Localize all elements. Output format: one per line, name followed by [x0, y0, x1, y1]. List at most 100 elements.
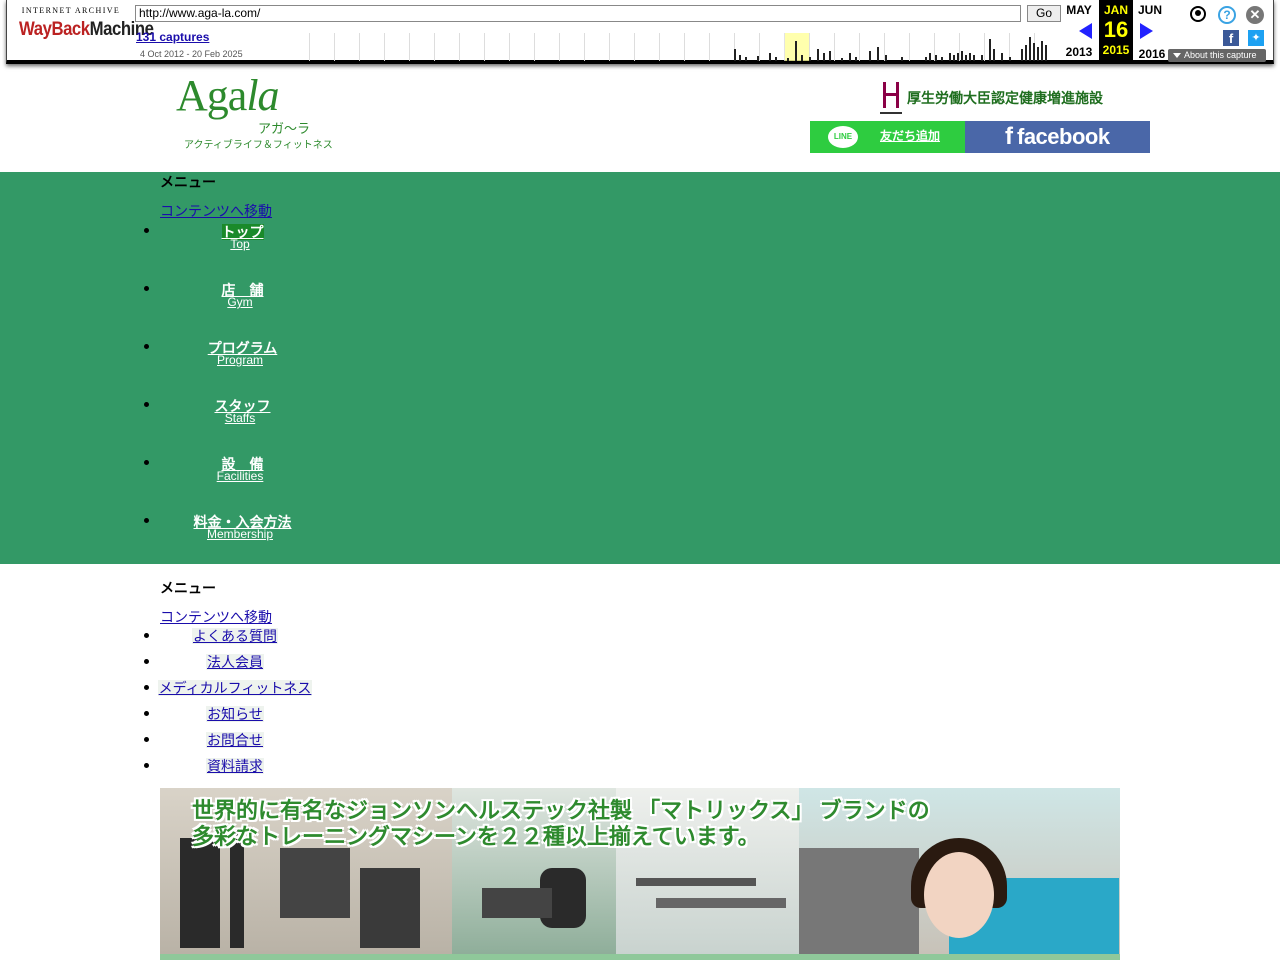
sparkline-month: [759, 33, 784, 61]
sub-item-contact-label: お問合せ: [0, 730, 470, 750]
sparkline-capture-tick: [901, 57, 903, 61]
sparkline-month: [859, 33, 884, 61]
sub-item-brochure-label: 資料請求: [0, 756, 470, 776]
nav-item-staffs-en: Staffs: [224, 411, 256, 425]
sparkline-capture-tick: [1045, 45, 1047, 61]
twitter-icon[interactable]: ✦: [1248, 30, 1264, 46]
sparkline-month: [559, 33, 584, 61]
sparkline-capture-tick: [769, 53, 771, 61]
nav-item-staffs[interactable]: スタッフ Staffs: [0, 396, 480, 428]
line-add-friend-button[interactable]: LINE 友だち追加: [810, 121, 965, 153]
prev-month-label[interactable]: MAY: [1062, 3, 1096, 17]
help-icon[interactable]: ?: [1218, 6, 1236, 24]
sparkline-month: [359, 33, 384, 61]
sub-item-news[interactable]: お知らせ: [0, 704, 480, 724]
sparkline-capture-tick: [855, 57, 857, 61]
captures-link[interactable]: 131 captures: [136, 30, 209, 44]
main-navigation: メニュー コンテンツへ移動 トップ Top 店 舗 Gym プログラム Prog…: [0, 172, 1280, 564]
nav-item-membership[interactable]: 料金・入会方法 Membership: [0, 512, 480, 544]
sparkline-month: [659, 33, 684, 61]
facebook-icon[interactable]: f: [1223, 30, 1239, 46]
next-month-label[interactable]: JUN: [1133, 3, 1167, 17]
wayback-logo-top: INTERNET ARCHIVE: [21, 6, 121, 15]
sparkline-capture-tick: [1001, 53, 1003, 61]
about-capture-button[interactable]: About this capture: [1168, 49, 1266, 62]
logo-kana: アガ～ラ: [258, 121, 311, 136]
sparkline-month: [884, 33, 909, 61]
main-skip-to-content-link[interactable]: コンテンツへ移動: [160, 201, 272, 221]
banner-line-2: 多彩なトレーニングマシーンを２２種以上揃えています。: [192, 824, 760, 849]
current-month: JAN: [1103, 3, 1128, 17]
sparkline-capture-tick: [877, 47, 879, 61]
nav-item-facilities[interactable]: 設 備 Facilities: [0, 454, 480, 486]
nav-item-membership-en: Membership: [206, 527, 274, 541]
sparkline-month: [459, 33, 484, 61]
sparkline-month: [384, 33, 409, 61]
nav-item-gym-en: Gym: [227, 295, 253, 309]
sub-item-faq[interactable]: よくある質問: [0, 626, 480, 646]
prev-year-label[interactable]: 2013: [1062, 45, 1096, 59]
next-year-label[interactable]: 2016: [1135, 47, 1169, 61]
sparkline-capture-tick: [795, 41, 797, 61]
sparkline-capture-tick: [869, 51, 871, 61]
sparkline-capture-tick: [973, 55, 975, 61]
sub-item-corporate-label: 法人会員: [0, 652, 470, 672]
logo-text-b: la: [246, 71, 279, 120]
sparkline-capture-tick: [801, 55, 803, 61]
wayback-logo[interactable]: INTERNET ARCHIVE WayBackMachine: [19, 6, 154, 54]
sparkline-capture-tick: [841, 58, 843, 61]
sparkline-capture-tick: [961, 51, 963, 61]
sub-item-contact[interactable]: お問合せ: [0, 730, 480, 750]
sparkline-capture-tick: [981, 55, 983, 61]
current-capture-date: JAN 16 2015: [1099, 0, 1133, 62]
current-year: 2015: [1102, 43, 1130, 57]
nav-item-program[interactable]: プログラム Program: [0, 338, 480, 370]
sub-item-faq-label: よくある質問: [0, 626, 470, 646]
current-day: 16: [1103, 17, 1129, 42]
facebook-button[interactable]: f facebook: [965, 121, 1150, 153]
sparkline-month: [409, 33, 434, 61]
sub-item-medical-fitness-text: メディカルフィットネス: [157, 680, 313, 696]
sparkline-capture-tick: [739, 55, 741, 61]
sub-item-corporate[interactable]: 法人会員: [0, 652, 480, 672]
nav-item-gym[interactable]: 店 舗 Gym: [0, 280, 480, 312]
sparkline-capture-tick: [1033, 43, 1035, 61]
sparkline-capture-tick: [1025, 45, 1027, 61]
sub-menu-heading: メニュー: [160, 580, 216, 596]
nav-item-top[interactable]: トップ Top: [0, 222, 480, 254]
sparkline-month: [634, 33, 659, 61]
wayback-toolbar: INTERNET ARCHIVE WayBackMachine http://w…: [6, 0, 1274, 64]
sparkline-month: [334, 33, 359, 61]
sparkline-capture-tick: [849, 53, 851, 61]
capture-sparkline[interactable]: [309, 33, 1061, 61]
logo-wordmark: Agala: [176, 74, 316, 118]
nav-item-facilities-en: Facilities: [216, 469, 264, 483]
close-icon[interactable]: ✕: [1246, 6, 1264, 24]
sub-item-corporate-text: 法人会員: [206, 654, 264, 670]
banner-headline: 世界的に有名なジョンソンヘルステック社製 「マトリックス」 ブランドの 多彩なト…: [192, 798, 930, 850]
health-facility-mark-icon: [880, 82, 902, 116]
line-icon: LINE: [828, 126, 858, 148]
sparkline-capture-tick: [885, 55, 887, 61]
sub-item-medical-fitness[interactable]: メディカルフィットネス: [0, 678, 480, 698]
sparkline-capture-tick: [965, 55, 967, 61]
sub-item-brochure[interactable]: 資料請求: [0, 756, 480, 776]
sparkline-capture-tick: [745, 57, 747, 61]
sparkline-month: [934, 33, 959, 61]
sparkline-capture-tick: [929, 53, 931, 61]
nav-item-program-en: Program: [216, 353, 263, 367]
site-logo[interactable]: Agala アガ～ラ アクティブライフ＆フィットネス: [176, 74, 333, 152]
prev-capture-arrow-icon[interactable]: [1079, 23, 1092, 39]
go-button[interactable]: Go: [1027, 5, 1061, 22]
next-capture-arrow-icon[interactable]: [1140, 23, 1153, 39]
sparkline-capture-tick: [941, 57, 943, 61]
sparkline-capture-tick: [809, 57, 811, 61]
url-input[interactable]: http://www.aga-la.com/: [135, 5, 1021, 22]
sparkline-month: [709, 33, 734, 61]
user-icon[interactable]: [1190, 6, 1206, 22]
main-menu-heading: メニュー: [160, 174, 216, 190]
sparkline-capture-tick: [823, 53, 825, 61]
sub-item-medical-fitness-label: メディカルフィットネス: [0, 678, 470, 698]
sub-skip-to-content-link[interactable]: コンテンツへ移動: [160, 607, 272, 627]
wayback-logo-main: WayBackMachine: [19, 18, 154, 42]
